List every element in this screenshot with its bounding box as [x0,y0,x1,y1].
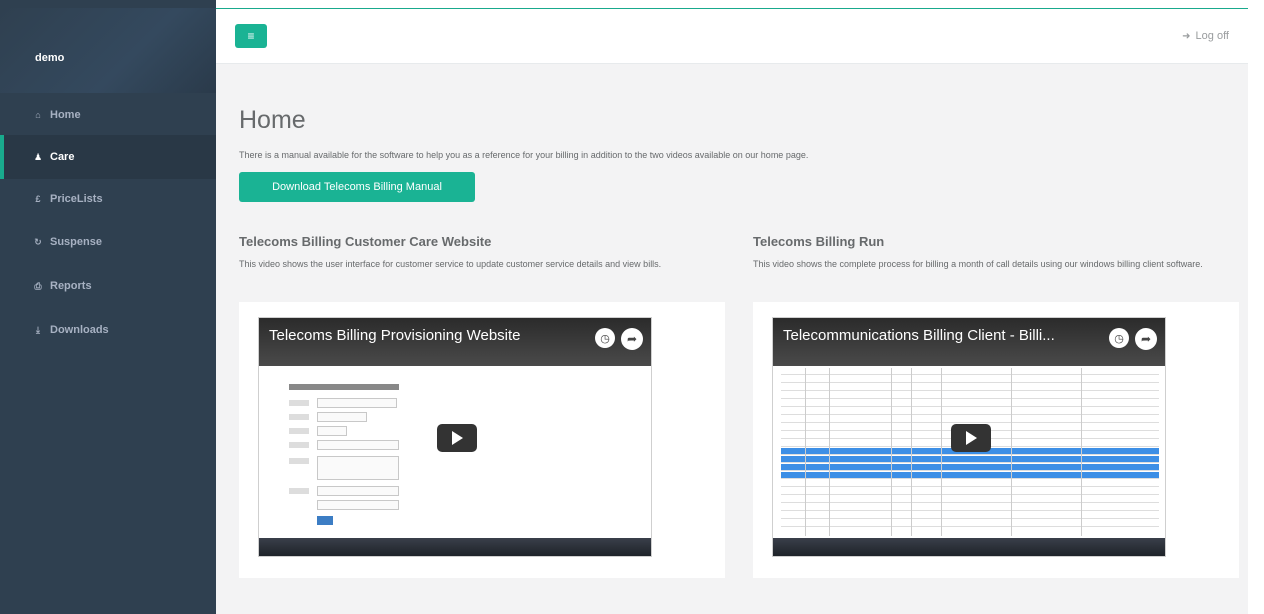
logoff-link[interactable]: ➜ Log off [1182,30,1229,42]
video-thumbnail [781,368,1159,536]
hamburger-icon: ≡ [247,29,255,43]
video-heading: Telecoms Billing Run [753,234,885,249]
video-panel: Telecoms Billing Provisioning Website ◷ … [239,302,725,578]
share-icon[interactable]: ➦ [1135,328,1157,350]
print-icon: ⎙ [34,280,42,291]
download-manual-button[interactable]: Download Telecoms Billing Manual [239,172,475,202]
sidebar-item-label: Home [50,109,81,121]
sidebar-item-care[interactable]: ♟ Care [0,135,216,179]
page-title: Home [239,106,306,134]
sidebar-header: demo [0,8,216,93]
pound-icon: £ [35,194,41,204]
sidebar-item-reports[interactable]: ⎙ Reports [0,264,216,308]
video-taskbar [259,538,651,556]
video-section-billing-run: Telecoms Billing Run This video shows th… [753,234,1239,578]
share-icon[interactable]: ➦ [621,328,643,350]
video-title[interactable]: Telecommunications Billing Client - Bill… [773,318,1165,366]
video-description: This video shows the user interface for … [239,259,662,269]
watch-later-icon[interactable]: ◷ [595,328,615,348]
play-button[interactable] [437,424,477,452]
logoff-label: Log off [1195,30,1229,42]
sidebar-item-home[interactable]: ⌂ Home [0,93,216,137]
sidebar: demo ⌂ Home ♟ Care £ PriceLists ↻ Suspen… [0,0,216,614]
video-player[interactable]: Telecommunications Billing Client - Bill… [772,317,1166,557]
play-button[interactable] [951,424,991,452]
sidebar-item-label: Care [50,151,75,163]
video-panel: Telecommunications Billing Client - Bill… [753,302,1239,578]
brand-name[interactable]: demo [35,52,64,64]
main-content: Home There is a manual available for the… [216,64,1248,614]
sidebar-item-label: Downloads [50,324,109,336]
user-icon: ♟ [33,151,43,162]
refresh-icon: ↻ [34,236,42,247]
video-section-care: Telecoms Billing Customer Care Website T… [239,234,725,578]
sidebar-item-label: Suspense [50,236,102,248]
intro-text: There is a manual available for the soft… [239,150,809,160]
home-icon: ⌂ [35,110,41,120]
video-player[interactable]: Telecoms Billing Provisioning Website ◷ … [258,317,652,557]
video-title[interactable]: Telecoms Billing Provisioning Website [259,318,651,366]
download-icon: ⤓ [36,324,40,335]
sidebar-item-suspense[interactable]: ↻ Suspense [0,220,216,264]
watch-later-icon[interactable]: ◷ [1109,328,1129,348]
menu-toggle-button[interactable]: ≡ [235,24,267,48]
video-description: This video shows the complete process fo… [753,259,1203,269]
sidebar-item-label: PriceLists [50,193,103,205]
sign-out-icon: ➜ [1182,30,1191,42]
sidebar-item-downloads[interactable]: ⤓ Downloads [0,308,216,352]
sidebar-item-label: Reports [50,280,92,292]
sidebar-item-pricelists[interactable]: £ PriceLists [0,177,216,221]
video-heading: Telecoms Billing Customer Care Website [239,234,492,249]
video-taskbar [773,538,1165,556]
top-navbar: ≡ ➜ Log off [216,8,1248,64]
